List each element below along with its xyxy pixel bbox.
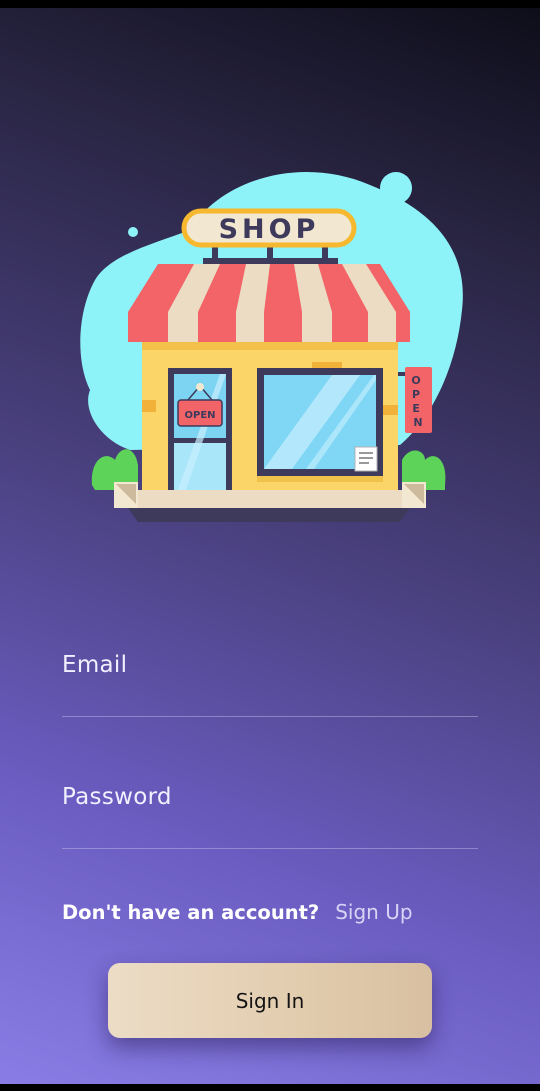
shop-sign-text: SHOP — [219, 214, 320, 245]
shop-illustration: SHOP OPEN O P E N — [70, 160, 470, 540]
door-open-sign-text: OPEN — [184, 410, 215, 421]
status-bar — [0, 0, 540, 8]
email-field[interactable]: Email — [62, 652, 482, 718]
signup-prompt: Don't have an account? — [62, 901, 320, 924]
side-sign-letter: N — [413, 416, 422, 429]
password-underline — [62, 848, 478, 849]
email-input[interactable] — [62, 652, 482, 710]
side-sign-letter: O — [411, 374, 420, 387]
signin-button-label: Sign In — [235, 988, 305, 1013]
side-sign-letter: E — [412, 402, 420, 415]
bubble-small — [128, 227, 138, 237]
signup-link[interactable]: Sign Up — [335, 900, 412, 924]
email-underline — [62, 716, 478, 717]
password-field[interactable]: Password — [62, 784, 482, 850]
bubble-large — [380, 172, 412, 204]
side-sign-letter: P — [412, 388, 420, 401]
shop-ground — [128, 508, 410, 522]
signin-button[interactable]: Sign In — [108, 963, 432, 1038]
navigation-bar — [0, 1084, 540, 1091]
signup-row: Don't have an account? Sign Up — [62, 900, 413, 924]
password-input[interactable] — [62, 784, 482, 842]
